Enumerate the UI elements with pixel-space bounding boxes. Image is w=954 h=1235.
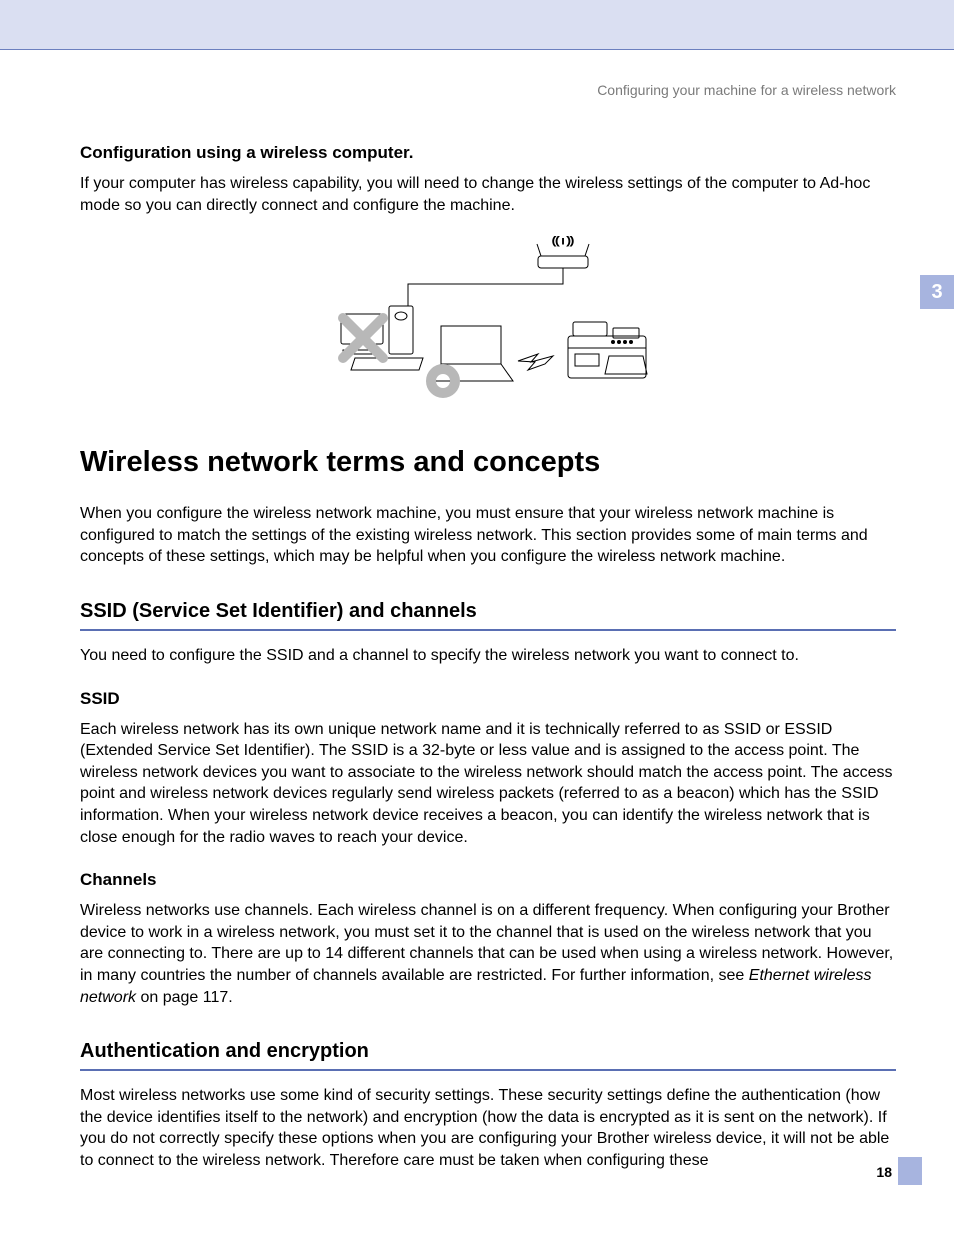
intro-paragraph: When you configure the wireless network … bbox=[80, 503, 896, 568]
main-heading: Wireless network terms and concepts bbox=[80, 446, 896, 479]
ssid-channels-lead: You need to configure the SSID and a cha… bbox=[80, 645, 896, 667]
svg-text:(( ı )): (( ı )) bbox=[552, 236, 574, 247]
config-wireless-computer-heading: Configuration using a wireless computer. bbox=[80, 143, 896, 163]
page-number: 18 bbox=[876, 1164, 892, 1180]
page-number-accent bbox=[898, 1157, 922, 1185]
page-content: Configuration using a wireless computer.… bbox=[0, 143, 954, 1171]
channels-heading: Channels bbox=[80, 870, 896, 890]
chapter-number-tab: 3 bbox=[920, 275, 954, 309]
config-wireless-computer-body: If your computer has wireless capability… bbox=[80, 173, 896, 216]
ssid-body: Each wireless network has its own unique… bbox=[80, 719, 896, 849]
auth-encryption-heading: Authentication and encryption bbox=[80, 1040, 896, 1071]
ssid-heading: SSID bbox=[80, 689, 896, 709]
channels-body: Wireless networks use channels. Each wir… bbox=[80, 900, 896, 1008]
running-header: Configuring your machine for a wireless … bbox=[0, 82, 896, 98]
network-diagram: (( ı )) bbox=[313, 236, 663, 406]
channels-body-post: on page 117. bbox=[136, 989, 233, 1006]
auth-encryption-body: Most wireless networks use some kind of … bbox=[80, 1085, 896, 1171]
chapter-number: 3 bbox=[931, 281, 942, 304]
top-header-band bbox=[0, 0, 954, 50]
ssid-channels-heading: SSID (Service Set Identifier) and channe… bbox=[80, 600, 896, 631]
